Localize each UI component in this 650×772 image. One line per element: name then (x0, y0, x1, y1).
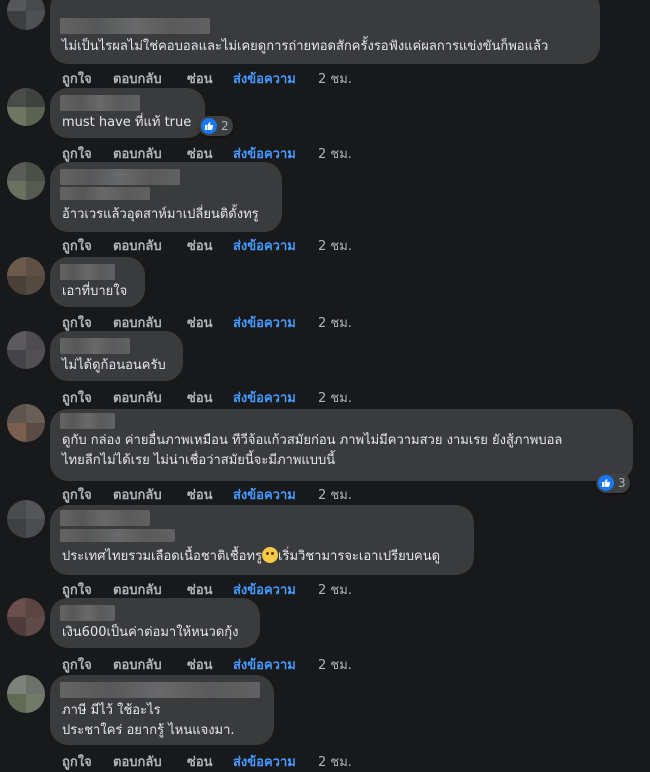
hide-link[interactable]: ซ่อน (187, 235, 213, 256)
timestamp[interactable]: 2 ชม. (318, 387, 352, 408)
reaction-badge[interactable]: 2 (199, 116, 233, 136)
reply-link[interactable]: ตอบกลับ (113, 484, 162, 505)
reply-link[interactable]: ตอบกลับ (113, 579, 162, 600)
reply-link[interactable]: ตอบกลับ (113, 751, 162, 772)
timestamp[interactable]: 2 ชม. (318, 654, 352, 675)
comment-text: ประเทศไทยรวมเลือดเนื้อชาติเชื้อทรู เริ่มว… (62, 547, 440, 567)
hide-link[interactable]: ซ่อน (187, 312, 213, 333)
commenter-name-blurred-line-2 (60, 187, 150, 200)
timestamp[interactable]: 2 ชม. (318, 484, 352, 505)
comment-text: เงิน600เป็นค่าต่อมาให้หนวดกุ้ง (62, 625, 239, 640)
like-link[interactable]: ถูกใจ (62, 387, 92, 408)
commenter-name-blurred[interactable] (60, 413, 115, 429)
comment-text-line-1: ภาษี มีไว้ ใช้อะไร (62, 703, 161, 718)
like-link[interactable]: ถูกใจ (62, 68, 92, 89)
comment-bubble: ไม่เป็นไรผลไม่ใช่คอบอลและไม่เคยดูการถ่าย… (50, 0, 600, 64)
reaction-badge[interactable]: 3 (596, 473, 630, 493)
timestamp[interactable]: 2 ชม. (318, 235, 352, 256)
timestamp[interactable]: 2 ชม. (318, 751, 352, 772)
avatar[interactable] (7, 500, 45, 538)
comment-bubble: must have ที่แท้ true (50, 88, 205, 138)
comment-text-line-2: ไทยลีกไม่ได้เรย ไม่น่าเชื่อว่าสมัยนี้จะม… (62, 453, 336, 468)
hide-link[interactable]: ซ่อน (187, 484, 213, 505)
send-message-link[interactable]: ส่งข้อความ (233, 387, 296, 408)
comment-bubble: ดูกับ กล่อง ค่ายอื่นภาพเหมือน ทีวีจ้อแก้… (50, 409, 633, 481)
hide-link[interactable]: ซ่อน (187, 143, 213, 164)
reply-link[interactable]: ตอบกลับ (113, 143, 162, 164)
send-message-link[interactable]: ส่งข้อความ (233, 654, 296, 675)
timestamp[interactable]: 2 ชม. (318, 312, 352, 333)
reaction-count: 2 (221, 119, 229, 133)
reply-link[interactable]: ตอบกลับ (113, 654, 162, 675)
commenter-name-blurred[interactable] (60, 169, 180, 185)
comment-text-line-1: ดูกับ กล่อง ค่ายอื่นภาพเหมือน ทีวีจ้อแก้… (62, 433, 563, 448)
timestamp[interactable]: 2 ชม. (318, 143, 352, 164)
timestamp[interactable]: 2 ชม. (318, 68, 352, 89)
commenter-name-blurred[interactable] (60, 18, 210, 34)
comment-bubble: เงิน600เป็นค่าต่อมาให้หนวดกุ้ง (50, 598, 260, 648)
avatar[interactable] (7, 257, 45, 295)
avatar[interactable] (7, 162, 45, 200)
avatar[interactable] (7, 88, 45, 126)
commenter-name-blurred[interactable] (60, 264, 115, 280)
reply-link[interactable]: ตอบกลับ (113, 387, 162, 408)
hide-link[interactable]: ซ่อน (187, 751, 213, 772)
send-message-link[interactable]: ส่งข้อความ (233, 579, 296, 600)
like-link[interactable]: ถูกใจ (62, 579, 92, 600)
reply-link[interactable]: ตอบกลับ (113, 68, 162, 89)
commenter-name-blurred[interactable] (60, 338, 130, 354)
comment-bubble: เอาที่บายใจ (50, 257, 145, 307)
like-link[interactable]: ถูกใจ (62, 143, 92, 164)
comment-bubble: ภาษี มีไว้ ใช้อะไร ประชาใคร่ อยากรู้ ไหน… (50, 675, 274, 745)
thinking-face-emoji-icon (262, 547, 279, 563)
comment-text-part-2: เริ่มวิชามารจะเอาเปรียบคนดู (278, 549, 441, 564)
commenter-name-blurred[interactable] (60, 510, 150, 526)
send-message-link[interactable]: ส่งข้อความ (233, 68, 296, 89)
avatar[interactable] (7, 0, 45, 30)
hide-link[interactable]: ซ่อน (187, 579, 213, 600)
send-message-link[interactable]: ส่งข้อความ (233, 235, 296, 256)
comment-text: เอาที่บายใจ (62, 284, 128, 299)
reply-link[interactable]: ตอบกลับ (113, 312, 162, 333)
avatar[interactable] (7, 675, 45, 713)
send-message-link[interactable]: ส่งข้อความ (233, 751, 296, 772)
comment-text-part-1: ประเทศไทยรวมเลือดเนื้อชาติเชื้อทรู (62, 549, 263, 564)
like-link[interactable]: ถูกใจ (62, 235, 92, 256)
comment-text: อ้าวเวรแล้วอุดสาห์มาเปลี่ยนติดั้งทรู (62, 207, 259, 222)
send-message-link[interactable]: ส่งข้อความ (233, 312, 296, 333)
comment-bubble: อ้าวเวรแล้วอุดสาห์มาเปลี่ยนติดั้งทรู (50, 162, 282, 232)
like-link[interactable]: ถูกใจ (62, 312, 92, 333)
comment-text: ไม่ได้ดูก้อนอนครับ (62, 358, 166, 373)
hide-link[interactable]: ซ่อน (187, 387, 213, 408)
hide-link[interactable]: ซ่อน (187, 68, 213, 89)
reaction-count: 3 (618, 476, 626, 490)
reply-link[interactable]: ตอบกลับ (113, 235, 162, 256)
hide-link[interactable]: ซ่อน (187, 654, 213, 675)
comment-text-line-2: ประชาใคร่ อยากรู้ ไหนแจงมา. (62, 723, 235, 738)
commenter-name-blurred-line-2 (60, 529, 175, 542)
like-link[interactable]: ถูกใจ (62, 484, 92, 505)
comment-bubble: ประเทศไทยรวมเลือดเนื้อชาติเชื้อทรู เริ่มว… (50, 505, 474, 575)
commenter-name-blurred[interactable] (60, 95, 140, 111)
comment-text: ไม่เป็นไรผลไม่ใช่คอบอลและไม่เคยดูการถ่าย… (62, 39, 549, 54)
thumbs-up-icon (201, 118, 217, 134)
commenter-name-blurred[interactable] (60, 605, 115, 621)
thumbs-up-icon (598, 475, 614, 491)
avatar[interactable] (7, 331, 45, 369)
commenter-name-blurred[interactable] (60, 682, 260, 698)
timestamp[interactable]: 2 ชม. (318, 579, 352, 600)
avatar[interactable] (7, 598, 45, 636)
like-link[interactable]: ถูกใจ (62, 654, 92, 675)
send-message-link[interactable]: ส่งข้อความ (233, 143, 296, 164)
send-message-link[interactable]: ส่งข้อความ (233, 484, 296, 505)
like-link[interactable]: ถูกใจ (62, 751, 92, 772)
avatar[interactable] (7, 404, 45, 442)
comment-bubble: ไม่ได้ดูก้อนอนครับ (50, 331, 183, 381)
comment-text: must have ที่แท้ true (62, 115, 192, 130)
